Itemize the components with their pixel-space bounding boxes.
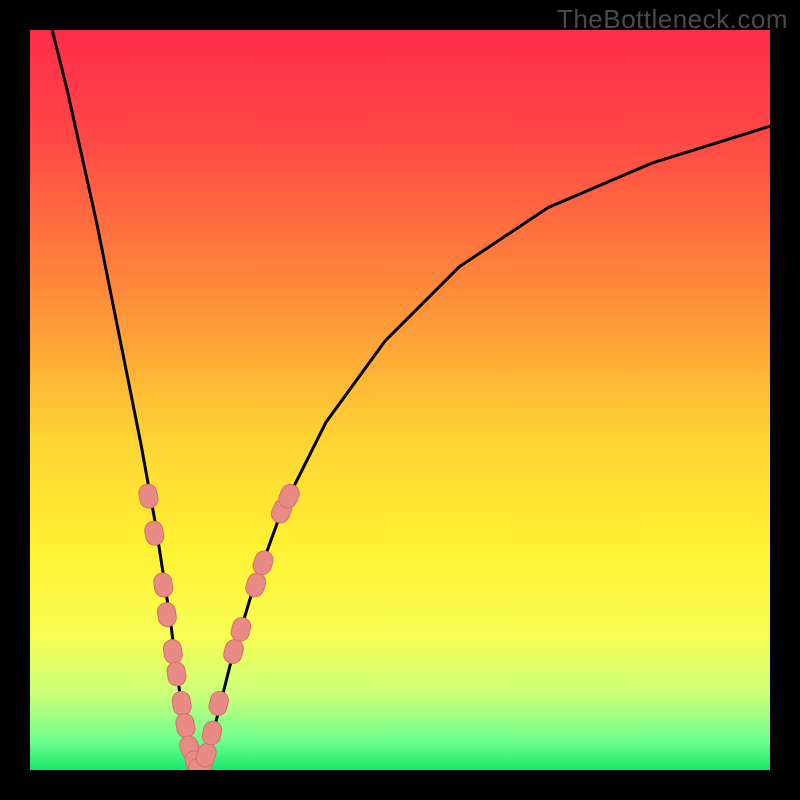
plot-area [30,30,770,770]
gradient-background [30,30,770,770]
bottleneck-chart [30,30,770,770]
watermark-text: TheBottleneck.com [557,4,788,35]
chart-frame: TheBottleneck.com [0,0,800,800]
